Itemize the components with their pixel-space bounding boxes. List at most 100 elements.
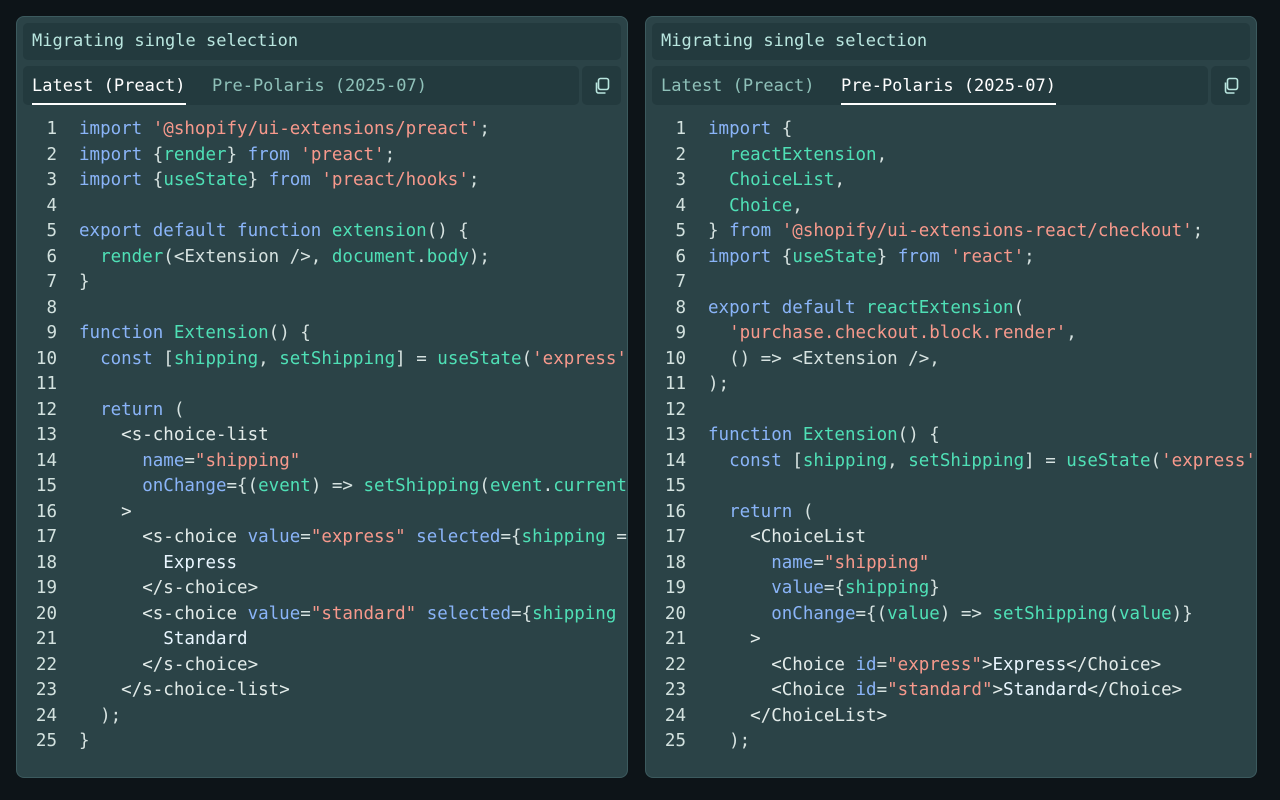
line-number: 21 <box>664 629 686 649</box>
code-token: render <box>100 246 164 267</box>
code-token: [ <box>163 348 174 369</box>
code-line: 22 <Choice id="express">Express</Choice> <box>646 653 1256 679</box>
line-code: <Choice id="express">Express</Choice> <box>708 653 1256 679</box>
code-token: return <box>729 501 803 522</box>
code-line: 7 <box>646 270 1256 296</box>
code-line: 14 const [shipping, setShipping] = useSt… <box>646 449 1256 475</box>
line-code: Express <box>79 551 627 577</box>
line-number: 21 <box>35 629 57 649</box>
line-number: 12 <box>664 399 686 420</box>
code-line: 14 name="shipping" <box>17 449 627 475</box>
code-line: 11 <box>17 372 627 398</box>
code-token: shipping <box>802 450 888 471</box>
code-token: from <box>729 221 782 241</box>
code-line: 20 onChange={(value) => setShipping(valu… <box>646 602 1256 628</box>
code-line: 6 render(<Extension />, document.body); <box>17 245 627 271</box>
line-number: 24 <box>35 705 57 726</box>
line-code: ); <box>708 729 1256 755</box>
code-token: } <box>247 170 269 190</box>
line-number: 3 <box>46 170 57 190</box>
line-code: <s-choice value="express" selected={ship… <box>79 525 627 551</box>
line-code: Choice, <box>708 194 1256 220</box>
line-number: 12 <box>35 399 57 420</box>
line-code: } from '@shopify/ui-extensions-react/che… <box>708 219 1256 245</box>
code-token: </s-choice> <box>142 654 259 675</box>
code-line: 23 </s-choice-list> <box>17 678 627 704</box>
line-code: </s-choice-list> <box>79 678 627 704</box>
code-line: 15 <box>646 474 1256 500</box>
code-token: </s-choice> <box>142 578 259 598</box>
copy-button[interactable] <box>1211 66 1250 105</box>
line-number: 3 <box>675 170 686 190</box>
tab-pre-polaris[interactable]: Pre-Polaris (2025-07) <box>212 66 427 105</box>
code-token: ; <box>1192 221 1204 241</box>
copy-icon <box>595 77 609 94</box>
tab-bar: Latest (Preact) Pre-Polaris (2025-07) <box>652 66 1208 105</box>
code-block: 1 import '@shopify/ui-extensions/preact';… <box>17 117 627 777</box>
copy-button[interactable] <box>582 66 621 105</box>
line-number: 11 <box>35 374 57 394</box>
code-line: 23 <Choice id="standard">Standard</Choic… <box>646 678 1256 704</box>
code-token: () => <Extension />, <box>708 348 940 369</box>
code-token: "shipping" <box>194 450 301 471</box>
line-number: 16 <box>35 501 57 522</box>
line-number: 14 <box>664 450 686 471</box>
code-token: () { <box>897 425 940 445</box>
line-number: 13 <box>664 425 686 445</box>
code-block: 1 import {2 reactExtension, 3 ChoiceList, 4… <box>646 117 1256 777</box>
code-token: id <box>855 654 877 675</box>
line-number: 8 <box>675 297 686 318</box>
code-token: "express" <box>310 527 417 547</box>
line-number: 25 <box>664 731 686 751</box>
code-token: function <box>79 323 174 343</box>
code-token: id <box>855 680 877 700</box>
line-number: 23 <box>35 680 57 700</box>
line-code: import { <box>708 117 1256 143</box>
code-token: = <box>184 450 195 471</box>
code-line: 18 name="shipping" <box>646 551 1256 577</box>
code-token: render <box>163 144 227 165</box>
code-token: currentTarget <box>553 476 627 496</box>
code-token: setShipping <box>992 603 1109 624</box>
line-code: name="shipping" <box>79 449 627 475</box>
code-line: 3 ChoiceList, <box>646 168 1256 194</box>
tab-pre-polaris[interactable]: Pre-Polaris (2025-07) <box>841 66 1056 105</box>
line-code: onChange={(value) => setShipping(value)} <box>708 602 1256 628</box>
code-token: ChoiceList <box>729 170 835 190</box>
line-number: 10 <box>664 348 686 369</box>
line-number: 19 <box>35 578 57 598</box>
line-code: const [shipping, setShipping] = useState… <box>79 347 627 373</box>
code-token: > <box>992 680 1004 700</box>
code-token: import <box>79 119 153 139</box>
line-number: 2 <box>46 144 57 165</box>
tab-latest-preact[interactable]: Latest (Preact) <box>32 66 186 105</box>
code-line: 6 import {useState} from 'react'; <box>646 245 1256 271</box>
line-code: export default function extension() { <box>79 219 627 245</box>
code-token: > <box>981 654 993 675</box>
line-code: function Extension() { <box>79 321 627 347</box>
code-token: document <box>331 246 417 267</box>
code-token: { <box>781 246 793 267</box>
line-number: 25 <box>35 731 57 751</box>
code-token: ( <box>1013 297 1025 318</box>
line-code: <ChoiceList <box>708 525 1256 551</box>
code-token: === <box>616 527 627 547</box>
tab-latest-preact[interactable]: Latest (Preact) <box>661 66 815 105</box>
code-line: 16 > <box>17 500 627 526</box>
code-token: ); <box>468 246 490 267</box>
line-number: 14 <box>35 450 57 471</box>
code-token: Express <box>163 552 238 573</box>
page: Migrating single selection Latest (Preac… <box>0 0 1280 800</box>
code-token: selected <box>416 527 501 547</box>
code-token: '@shopify/ui-extensions/preact' <box>152 119 480 139</box>
line-code: <s-choice value="standard" selected={shi… <box>79 602 627 628</box>
